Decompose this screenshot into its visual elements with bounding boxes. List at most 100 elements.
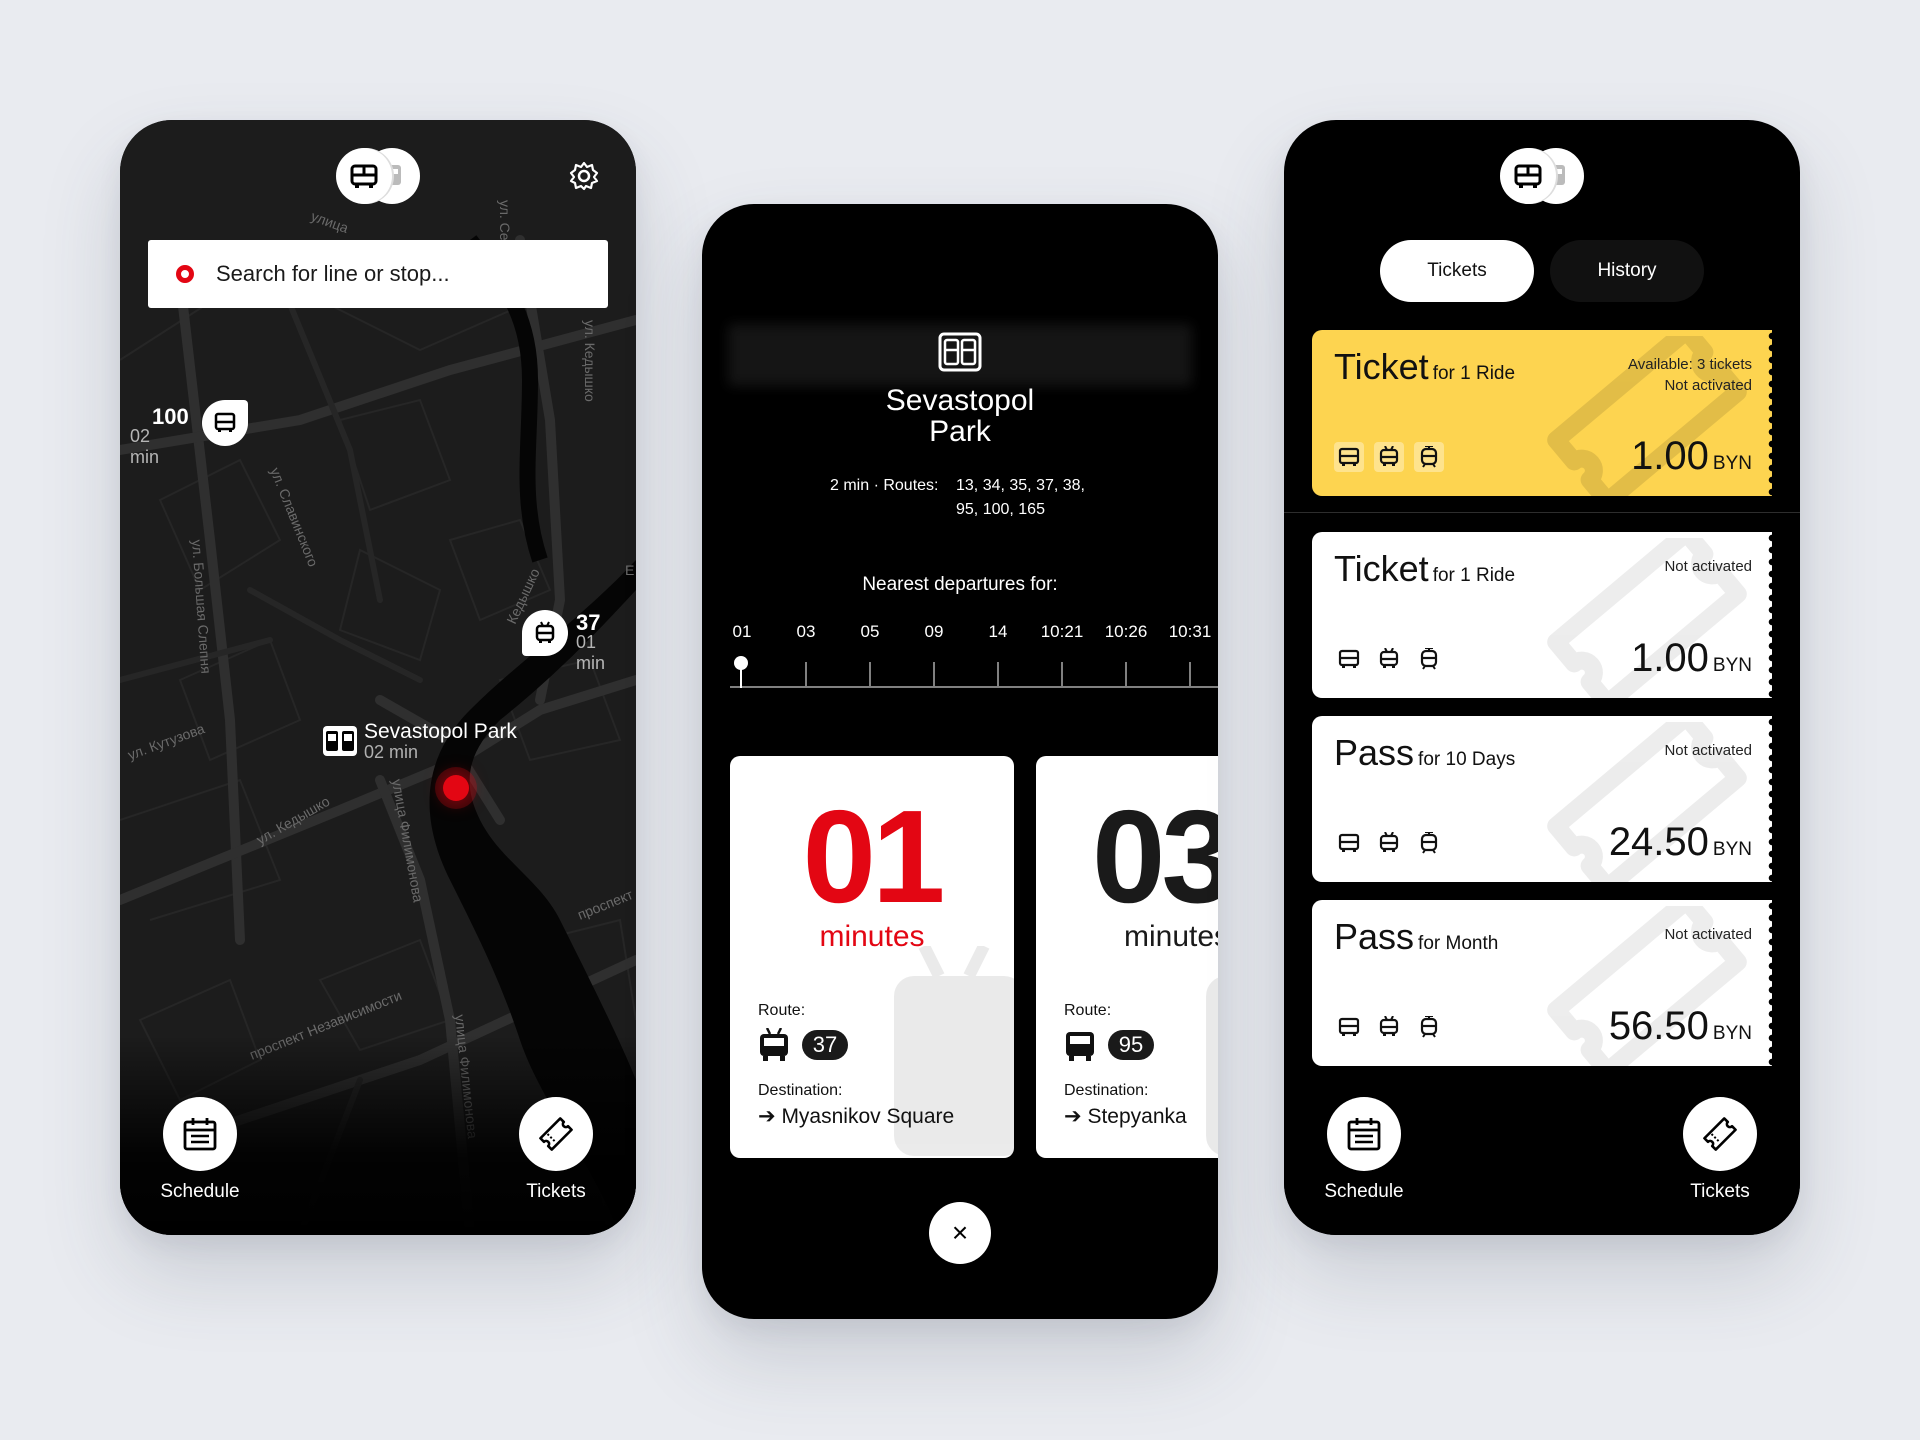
stop-meta: 2 min · Routes: 13, 34, 35, 37, 38, 95, … bbox=[830, 474, 1085, 518]
current-location-marker bbox=[443, 775, 469, 801]
transport-modes bbox=[1334, 442, 1454, 472]
bus-icon bbox=[1334, 442, 1364, 472]
trolleybus-icon bbox=[760, 1028, 788, 1061]
schedule-button[interactable]: Schedule bbox=[1304, 1097, 1424, 1207]
ticket-title: Pass for 10 Days bbox=[1334, 732, 1516, 773]
timeline-tick bbox=[869, 662, 871, 688]
bus-watermark-icon bbox=[1206, 977, 1218, 1155]
destination-value: ➔ Myasnikov Square bbox=[758, 1105, 955, 1128]
search-input[interactable] bbox=[216, 261, 576, 287]
timeline-label[interactable]: 10:21 bbox=[1041, 622, 1084, 642]
ticket-icon bbox=[539, 1117, 573, 1151]
trolleybus-icon bbox=[1374, 828, 1404, 858]
destination-label: Destination: bbox=[758, 1082, 843, 1099]
stop-header: Sevastopol Park bbox=[702, 332, 1218, 447]
perforated-edge bbox=[1764, 532, 1772, 698]
vehicle-eta: 01 min bbox=[576, 632, 606, 673]
schedule-button[interactable]: Schedule bbox=[140, 1097, 260, 1207]
map-screen: ул. Сер улица ул. Кедышко ул. Большая Сл… bbox=[120, 120, 636, 1235]
gear-icon[interactable] bbox=[568, 160, 600, 192]
stop-title: Sevastopol Park bbox=[885, 384, 1035, 448]
tickets-screen: Tickets History Ticket for 1 Ride Availabl… bbox=[1284, 120, 1800, 1235]
timeline-label[interactable]: 09 bbox=[925, 622, 944, 642]
trolleybus-icon bbox=[535, 621, 555, 643]
ticket-card[interactable]: Ticket for 1 Ride Not activated 1.00 BYN bbox=[1312, 532, 1772, 698]
transport-modes bbox=[1334, 644, 1454, 674]
ticket-price: 56.50 BYN bbox=[1608, 1004, 1752, 1048]
calendar-icon bbox=[1347, 1118, 1381, 1151]
ticket-price: 1.00 BYN bbox=[1631, 636, 1752, 680]
timeline-label[interactable]: 10:26 bbox=[1105, 622, 1148, 642]
timeline-tick bbox=[933, 662, 935, 688]
timeline-label[interactable]: 01 bbox=[733, 622, 752, 642]
route-badge: 95 bbox=[1108, 1030, 1154, 1060]
destination-label: Destination: bbox=[1064, 1082, 1149, 1099]
timeline-label[interactable]: 05 bbox=[861, 622, 880, 642]
destination-value: ➔ Stepyanka bbox=[1064, 1105, 1187, 1128]
routes-list: 13, 34, 35, 37, 38, 95, 100, 165 bbox=[956, 477, 1085, 518]
ticket-title: Ticket for 1 Ride bbox=[1334, 548, 1516, 589]
ticket-icon bbox=[1703, 1117, 1737, 1151]
ticket-card[interactable]: Pass for 10 Days Not activated 24.50 BYN bbox=[1312, 716, 1772, 882]
timeline-tick bbox=[1061, 662, 1063, 688]
arrow-right-icon: ➔ bbox=[1064, 1105, 1088, 1128]
search-bar[interactable] bbox=[148, 240, 608, 308]
timeline-tick bbox=[1125, 662, 1127, 688]
ticket-status: Not activated bbox=[1664, 926, 1752, 943]
ticket-title: Ticket for 1 Ride bbox=[1334, 346, 1516, 387]
departure-card[interactable]: 03 minutes Route: 95 Destination: ➔ Step… bbox=[1036, 756, 1218, 1158]
timeline-tick bbox=[1189, 662, 1191, 688]
bus-icon bbox=[1066, 1032, 1094, 1061]
timeline-label[interactable]: 03 bbox=[797, 622, 816, 642]
timeline-label[interactable]: 10:31 bbox=[1169, 622, 1212, 642]
tickets-button[interactable]: Tickets bbox=[496, 1097, 616, 1207]
route-row: 95 bbox=[1064, 1028, 1154, 1062]
walk-time: 2 min bbox=[830, 477, 870, 494]
tram-icon bbox=[1414, 442, 1444, 472]
bus-stop-icon bbox=[938, 332, 982, 372]
tram-icon bbox=[1414, 644, 1444, 674]
timeline-tick bbox=[805, 662, 807, 688]
tab-history[interactable]: History bbox=[1550, 240, 1704, 302]
app-logo bbox=[1500, 148, 1584, 204]
departures-timeline[interactable]: 01 03 05 09 14 10:21 10:26 10:31 bbox=[730, 622, 1218, 692]
ticket-price: 24.50 BYN bbox=[1608, 820, 1752, 864]
location-dot-icon bbox=[176, 265, 194, 283]
departure-card[interactable]: 01 minutes Route: 37 Destination: ➔ Myas… bbox=[730, 756, 1014, 1158]
timeline-label[interactable]: 14 bbox=[989, 622, 1008, 642]
schedule-label: Schedule bbox=[1324, 1181, 1404, 1202]
trolleybus-icon bbox=[1374, 644, 1404, 674]
bus-icon bbox=[1334, 1012, 1364, 1042]
stop-detail-screen: Sevastopol Park 2 min · Routes: 13, 34, … bbox=[702, 204, 1218, 1319]
minutes-unit: minutes bbox=[819, 920, 925, 953]
ticket-card[interactable]: Ticket for 1 Ride Available: 3 tickets Not … bbox=[1312, 330, 1772, 496]
bus-logo-icon bbox=[336, 148, 392, 204]
bus-stop-icon bbox=[323, 726, 357, 756]
close-button[interactable]: × bbox=[929, 1202, 991, 1264]
ticket-status: Not activated bbox=[1664, 558, 1752, 575]
tram-icon bbox=[1414, 828, 1444, 858]
stop-name: Sevastopol Park bbox=[364, 720, 517, 743]
timeline-axis bbox=[730, 686, 1218, 688]
route-label: Route: bbox=[758, 1002, 806, 1019]
departures-heading: Nearest departures for: bbox=[862, 574, 1058, 595]
minutes-value: 03 bbox=[1092, 783, 1218, 930]
ticket-price: 1.00 BYN bbox=[1631, 434, 1752, 478]
perforated-edge bbox=[1764, 900, 1772, 1066]
bus-icon bbox=[1334, 644, 1364, 674]
arrow-right-icon: ➔ bbox=[758, 1105, 782, 1128]
tram-icon bbox=[1414, 1012, 1444, 1042]
routes-label: Routes: bbox=[883, 477, 939, 494]
trolleybus-icon bbox=[1374, 1012, 1404, 1042]
ticket-title: Pass for Month bbox=[1334, 916, 1499, 957]
tab-tickets[interactable]: Tickets bbox=[1380, 240, 1534, 302]
ticket-card[interactable]: Pass for Month Not activated 56.50 BYN bbox=[1312, 900, 1772, 1066]
vehicle-eta: 02 min bbox=[130, 426, 160, 467]
route-badge: 37 bbox=[802, 1030, 848, 1060]
minutes-value: 01 bbox=[802, 783, 946, 930]
tickets-label: Tickets bbox=[526, 1181, 586, 1202]
bus-icon bbox=[1334, 828, 1364, 858]
bus-icon bbox=[214, 412, 236, 432]
tickets-button[interactable]: Tickets bbox=[1660, 1097, 1780, 1207]
perforated-edge bbox=[1764, 330, 1772, 496]
